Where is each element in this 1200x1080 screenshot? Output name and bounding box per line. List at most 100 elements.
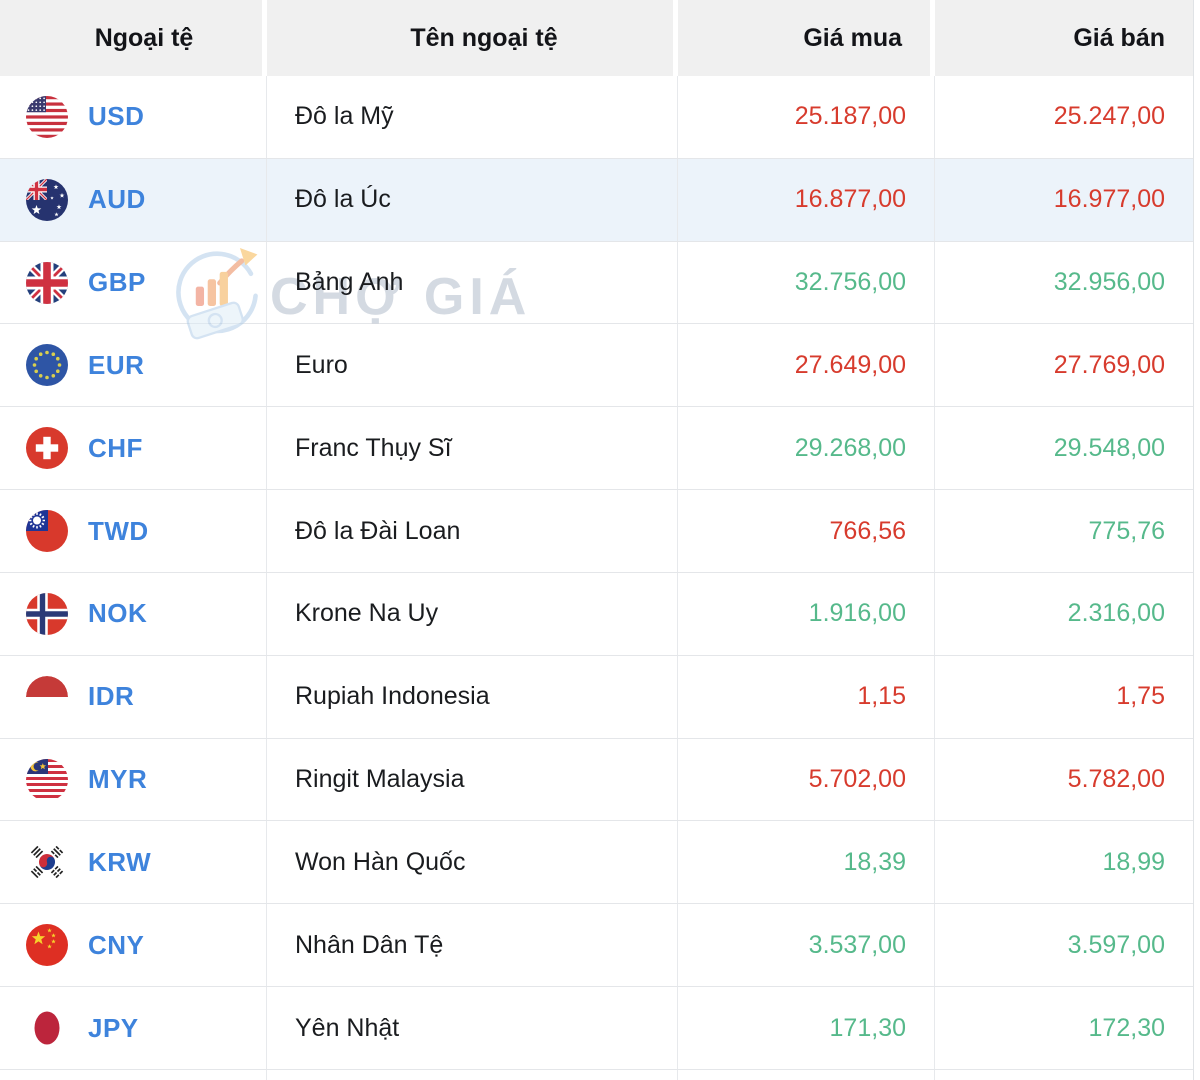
sell-price: 775,76 xyxy=(1088,516,1165,545)
currency-row[interactable]: MYR Ringit Malaysia 5.702,00 5.782,00 xyxy=(0,738,1193,822)
currency-row[interactable]: TWD Đô la Đài Loan 766,56 775,76 xyxy=(0,490,1193,573)
currency-code: KRW xyxy=(88,846,152,877)
currency-cell: JPY xyxy=(0,987,267,1069)
currency-name-cell: Bảng Anh xyxy=(267,241,678,324)
currency-code: USD xyxy=(88,101,145,132)
twd-flag-icon xyxy=(26,510,68,553)
currency-name: Euro xyxy=(295,350,348,379)
buy-price-cell: 29.268,00 xyxy=(678,407,935,490)
buy-price: 766,56 xyxy=(829,516,906,545)
buy-price: 16.877,00 xyxy=(794,185,906,214)
sell-price-cell: 1,75 xyxy=(935,656,1193,738)
table-header: Ngoại tệ Tên ngoại tệ Giá mua Giá bán xyxy=(0,0,1193,76)
buy-price: 5.702,00 xyxy=(808,765,906,794)
currency-code: JPY xyxy=(88,1012,139,1043)
currency-cell: CHF xyxy=(0,407,267,490)
currency-name-cell: Đô la Mỹ xyxy=(267,76,678,158)
buy-price: 27.649,00 xyxy=(794,350,906,379)
sell-price-cell: 32.956,00 xyxy=(935,242,1193,324)
currency-code: NOK xyxy=(88,598,148,629)
currency-name-cell: Franc Thụy Sĩ xyxy=(267,407,678,490)
currency-cell: IDR xyxy=(0,655,267,738)
column-header-currency: Ngoại tệ xyxy=(0,0,267,76)
currency-name-cell: Ringit Malaysia xyxy=(267,738,678,821)
buy-price-cell: 171,30 xyxy=(678,987,935,1069)
currency-name: Krone Na Uy xyxy=(295,599,439,628)
buy-price: 32.756,00 xyxy=(794,268,906,297)
currency-row-partial xyxy=(0,1069,1193,1080)
buy-price: 18,39 xyxy=(843,847,906,876)
currency-code: MYR xyxy=(88,764,148,795)
sell-price-cell: 16.977,00 xyxy=(935,159,1193,241)
currency-cell: CNY xyxy=(0,904,267,987)
currency-name: Đô la Úc xyxy=(295,185,391,214)
currency-row[interactable]: KRW Won Hàn Quốc 18,39 18,99 xyxy=(0,821,1193,905)
sell-price: 27.769,00 xyxy=(1053,350,1165,379)
currency-row[interactable]: EUR Euro 27.649,00 27.769,00 xyxy=(0,324,1193,408)
buy-price-cell: 1,15 xyxy=(678,655,935,738)
sell-price: 2.316,00 xyxy=(1067,599,1165,628)
currency-row[interactable]: AUD Đô la Úc 16.877,00 16.977,00 xyxy=(0,158,1193,242)
currency-name-cell: Yên Nhật xyxy=(267,987,678,1069)
currency-name: Yên Nhật xyxy=(295,1013,400,1042)
currency-code: CHF xyxy=(88,432,143,463)
currency-row[interactable]: NOK Krone Na Uy 1.916,00 2.316,00 xyxy=(0,572,1193,656)
jpy-flag-icon xyxy=(26,1007,68,1050)
currency-code: GBP xyxy=(88,267,146,298)
sell-price: 5.782,00 xyxy=(1067,765,1165,794)
sell-price: 25.247,00 xyxy=(1053,102,1165,131)
buy-price: 3.537,00 xyxy=(808,930,906,959)
table-body: USD Đô la Mỹ 25.187,00 25.247,00 AUD Đô … xyxy=(0,76,1193,1080)
currency-cell: KRW xyxy=(0,821,267,904)
currency-row[interactable]: CHF Franc Thụy Sĩ 29.268,00 29.548,00 xyxy=(0,407,1193,491)
sell-price: 29.548,00 xyxy=(1053,433,1165,462)
currency-code: CNY xyxy=(88,929,145,960)
buy-price-cell: 16.877,00 xyxy=(678,158,935,241)
currency-name: Đô la Mỹ xyxy=(295,102,394,131)
sell-price-cell: 172,30 xyxy=(935,987,1193,1069)
currency-name-cell: Krone Na Uy xyxy=(267,572,678,655)
chf-flag-icon xyxy=(26,427,68,470)
sell-price: 1,75 xyxy=(1116,682,1165,711)
currency-name: Franc Thụy Sĩ xyxy=(295,433,452,462)
exchange-rate-table: Ngoại tệ Tên ngoại tệ Giá mua Giá bán US… xyxy=(0,0,1194,1080)
currency-row[interactable]: CNY Nhân Dân Tệ 3.537,00 3.597,00 xyxy=(0,904,1193,988)
buy-price-cell xyxy=(678,1069,935,1080)
sell-price-cell: 29.548,00 xyxy=(935,407,1193,489)
column-header-sell-price: Giá bán xyxy=(935,0,1193,76)
sell-price-cell: 25.247,00 xyxy=(935,76,1193,158)
sell-price-cell: 27.769,00 xyxy=(935,324,1193,406)
currency-name-cell: Nhân Dân Tệ xyxy=(267,904,678,987)
column-header-buy-price: Giá mua xyxy=(678,0,935,76)
currency-cell: NOK xyxy=(0,572,267,655)
currency-name: Bảng Anh xyxy=(295,268,404,297)
currency-code: EUR xyxy=(88,349,145,380)
currency-row[interactable]: IDR Rupiah Indonesia 1,15 1,75 xyxy=(0,655,1193,739)
sell-price-cell: 775,76 xyxy=(935,490,1193,572)
buy-price-cell: 27.649,00 xyxy=(678,324,935,407)
currency-name: Đô la Đài Loan xyxy=(295,516,461,545)
flag-icon xyxy=(26,1070,68,1080)
currency-cell: EUR xyxy=(0,324,267,407)
buy-price-cell: 32.756,00 xyxy=(678,241,935,324)
exchange-rate-page: Ngoại tệ Tên ngoại tệ Giá mua Giá bán US… xyxy=(0,0,1200,1080)
currency-code: AUD xyxy=(88,184,146,215)
currency-code: TWD xyxy=(88,515,149,546)
nok-flag-icon xyxy=(26,592,68,635)
currency-name-cell xyxy=(267,1069,678,1080)
currency-row[interactable]: JPY Yên Nhật 171,30 172,30 xyxy=(0,987,1193,1070)
buy-price-cell: 1.916,00 xyxy=(678,572,935,655)
buy-price: 29.268,00 xyxy=(794,433,906,462)
buy-price-cell: 3.537,00 xyxy=(678,904,935,987)
buy-price-cell: 25.187,00 xyxy=(678,76,935,158)
currency-name-cell: Won Hàn Quốc xyxy=(267,821,678,904)
sell-price: 16.977,00 xyxy=(1053,185,1165,214)
myr-flag-icon xyxy=(26,758,68,801)
sell-price-cell: 3.597,00 xyxy=(935,904,1193,986)
buy-price: 25.187,00 xyxy=(794,102,906,131)
currency-name: Ringit Malaysia xyxy=(295,765,465,794)
cny-flag-icon xyxy=(26,924,68,967)
currency-cell: GBP xyxy=(0,241,267,324)
currency-row[interactable]: USD Đô la Mỹ 25.187,00 25.247,00 xyxy=(0,76,1193,159)
currency-row[interactable]: GBP Bảng Anh 32.756,00 32.956,00 xyxy=(0,241,1193,325)
